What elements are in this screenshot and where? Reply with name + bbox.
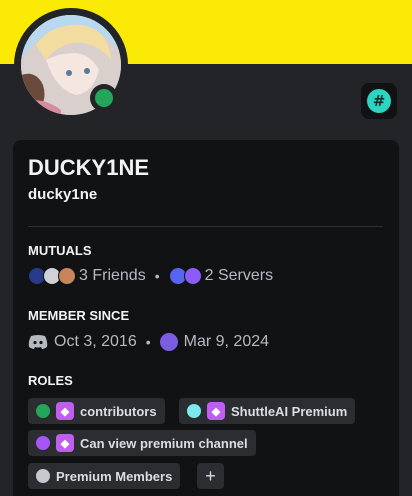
server-icon [159,333,178,351]
mutuals-title: MUTUALS [28,243,92,258]
role-diamond-icon: ◆ [207,402,225,420]
discord-logo-icon [28,335,48,349]
role-label: Premium Members [56,468,173,484]
mutual-servers-link[interactable]: 2 Servers [205,267,273,285]
mutual-friends-avatars [28,267,76,285]
role-label: contributors [80,403,157,419]
role-pill[interactable]: ◆ ShuttleAI Premium [179,398,356,424]
role-diamond-icon: ◆ [56,434,74,452]
username[interactable]: ducky1ne [28,186,97,203]
friend-avatar-icon [58,267,76,285]
role-color-dot [36,469,50,483]
profile-badge[interactable]: # [361,83,397,119]
divider [28,226,383,227]
online-status-icon [95,89,113,107]
mutuals-row: 3 Friends • 2 Servers [28,267,273,285]
hashtag-badge-icon: # [367,89,391,113]
role-label: ShuttleAI Premium [231,403,348,419]
role-color-dot [36,436,50,450]
add-role-button[interactable]: + [197,463,224,489]
roles-title: ROLES [28,373,73,388]
discord-join-date: Oct 3, 2016 [54,333,137,350]
display-name: DUCKY1NE [28,155,150,180]
separator-dot: • [154,268,160,284]
role-label: Can view premium channel [80,435,248,451]
member-since-title: MEMBER SINCE [28,308,130,323]
role-pill[interactable]: ◆ Can view premium channel [28,430,256,456]
mutual-servers-icons [168,267,202,285]
role-pill[interactable]: Premium Members [28,463,181,489]
role-color-dot [187,404,201,418]
role-diamond-icon: ◆ [56,402,74,420]
server-icon [183,267,202,285]
mutual-friends-link[interactable]: 3 Friends [79,267,146,285]
role-pill[interactable]: ◆ contributors [28,398,165,424]
role-color-dot [36,404,50,418]
separator-dot: • [145,334,151,350]
server-join-date: Mar 9, 2024 [183,333,270,350]
member-since-row: Oct 3, 2016 • Mar 9, 2024 [28,333,269,351]
